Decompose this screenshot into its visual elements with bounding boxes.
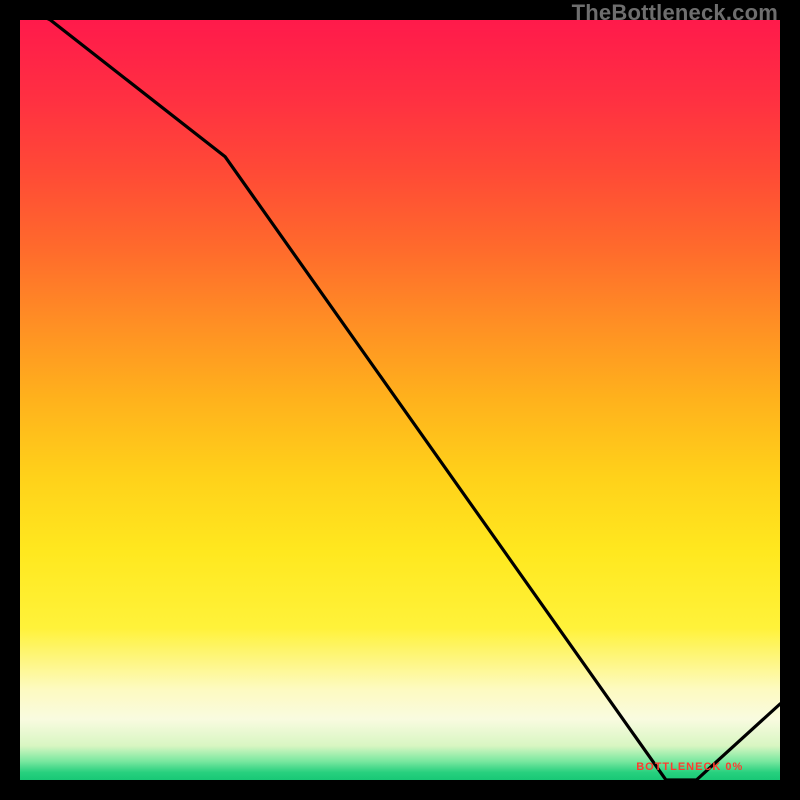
bottom-label: BOTTLENECK 0% <box>636 761 743 773</box>
watermark-text: TheBottleneck.com <box>572 0 778 26</box>
chart-frame: BOTTLENECK 0% <box>20 20 780 780</box>
plot-gradient-background <box>20 20 780 780</box>
bottleneck-chart: BOTTLENECK 0% <box>20 20 780 780</box>
